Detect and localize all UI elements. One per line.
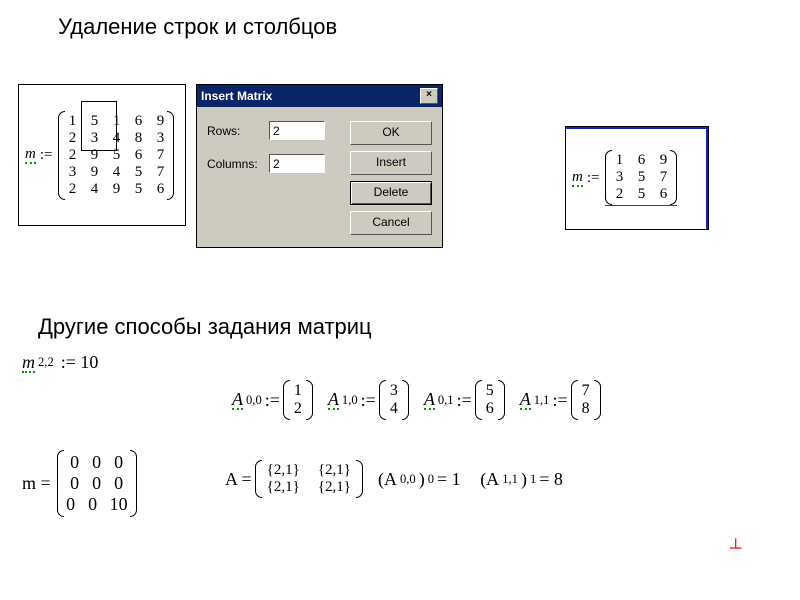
rows-label: Rows: bbox=[207, 124, 263, 138]
dialog-titlebar[interactable]: Insert Matrix × bbox=[197, 85, 442, 107]
assign-op: := bbox=[40, 147, 53, 164]
cancel-button[interactable]: Cancel bbox=[350, 211, 432, 235]
var-m: m bbox=[25, 147, 36, 164]
delete-button[interactable]: Delete bbox=[350, 181, 432, 205]
heading-delete: Удаление строк и столбцов bbox=[58, 14, 337, 40]
assign-m22: m2,2 := 10 bbox=[22, 352, 98, 373]
insert-button[interactable]: Insert bbox=[350, 151, 432, 175]
heading-other: Другие способы задания матриц bbox=[38, 314, 372, 340]
cursor-icon: ┴ bbox=[730, 540, 741, 558]
ok-button[interactable]: OK bbox=[350, 121, 432, 145]
matrix-m-3x3: m := 169 357 256 bbox=[565, 126, 709, 230]
var-m-right: m bbox=[572, 170, 583, 187]
A-nested: A = {2,1}{2,1} {2,1}{2,1} (A0,0)0 = 1 (A… bbox=[225, 460, 563, 498]
m-result: m = 000 000 0010 bbox=[22, 450, 137, 517]
assign-op-right: := bbox=[587, 170, 600, 187]
dialog-title: Insert Matrix bbox=[201, 89, 272, 103]
matrix-m-5x5: m := 15169 23483 29567 39457 24956 bbox=[18, 84, 186, 226]
columns-label: Columns: bbox=[207, 157, 263, 171]
rows-input[interactable] bbox=[269, 121, 325, 140]
columns-input[interactable] bbox=[269, 154, 325, 173]
close-icon[interactable]: × bbox=[420, 88, 438, 104]
insert-matrix-dialog: Insert Matrix × Rows: Columns: OK Insert… bbox=[196, 84, 443, 248]
A-col-defs: A0,0:= 12 A1,0:= 34 A0,1:= 56 A1,1:= 78 bbox=[232, 380, 601, 420]
